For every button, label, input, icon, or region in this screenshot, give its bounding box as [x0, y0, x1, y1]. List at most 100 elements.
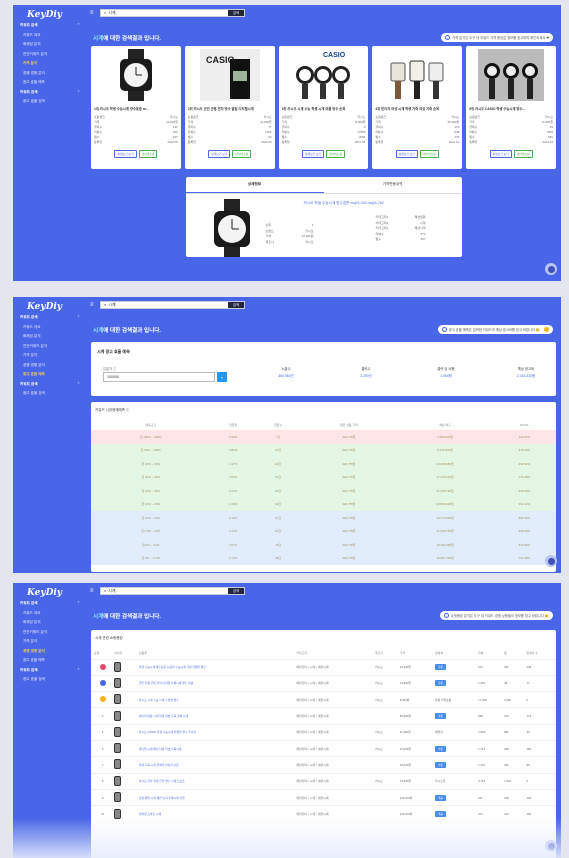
sidebar-item[interactable]: 가격 분석 [13, 637, 86, 647]
seller-badge: 쿠팡 [435, 745, 446, 752]
detail-button[interactable]: 상세보기 보기 [395, 150, 418, 158]
menu-icon[interactable]: ≡ [90, 302, 100, 308]
sidebar-item[interactable]: 광고 효율 검색 [13, 675, 86, 685]
product-name-link[interactable]: 빈티지 여성 시계 학생 여성 가죽 손목 시계 [135, 707, 294, 725]
detail-button[interactable]: 상세보기 보기 [208, 150, 231, 158]
product-name-link[interactable]: 학생 가죽 시계 클래식 빈티지 선물 [135, 756, 294, 774]
detail-specs-left: 순위 1 브랜드 카시오 가격 12,920원 제조사 카시오 [265, 223, 314, 244]
product-name-link[interactable]: 카시오 시계 수능 시계 수험생 방수 [135, 691, 294, 708]
table-row: 전 0.0% ~ 10% 2.27% 50건 420,778원 21,035,750원 9… [91, 524, 556, 538]
search-input[interactable]: 시계 [106, 10, 228, 16]
sidebar-item[interactable]: 광고 효율 검색 [13, 389, 86, 399]
sidebar-item[interactable]: 화제성 분석 [13, 332, 86, 342]
app-logo[interactable]: KeyDiy [13, 583, 86, 599]
table-row[interactable]: 군인 전용 군대 전자 디지털 손목시계 방수 야광 패션잡화 > 시계 > 패션… [91, 674, 556, 692]
table-row: 전 10% ~ 10% 2.16% 47건 420,778원 19,770,600원 89… [91, 511, 556, 525]
product-card[interactable]: 5위 카시오 CASIO 학생 수능시계 방수... 쇼핑랭크 카시오 가격 11,… [466, 46, 556, 169]
sidebar-group[interactable]: 키워드 검색 ⌃ [13, 599, 86, 609]
sidebar-item[interactable]: 경쟁 경쟁 분석 [13, 69, 86, 79]
app-logo[interactable]: KeyDiy [13, 297, 86, 313]
tab-detail[interactable]: 상세정보 [185, 177, 324, 193]
sidebar-item[interactable]: 키워드 개요 [13, 609, 86, 619]
product-card[interactable]: 4위 빈티지 여성 시계 학생 가죽 여성 가죽 손목 쇼핑랭크 카시오 가격 55… [372, 46, 463, 169]
sidebar-item[interactable]: 키워드 개요 [13, 31, 86, 41]
sidebar-item[interactable]: 연관키워드 분석 [13, 628, 86, 638]
search-box[interactable]: ⌕ 시계 검색 [100, 8, 245, 17]
table-row[interactable]: 9 남성 메탈 시계 패션 남자 손목시계 선물 패션잡화 > 시계 > 패션시계 1… [91, 788, 556, 806]
search-button[interactable]: 검색 [228, 587, 244, 594]
product-card-list: 1위 카시오 학생 수능시계 방수표준 m... 쇼핑랭크 카시오 가격 12,92… [86, 46, 561, 169]
detail-button[interactable]: 상세보기 보기 [301, 150, 325, 158]
chat-button[interactable] [545, 263, 557, 275]
sidebar-item[interactable]: 키워드 개요 [13, 323, 86, 333]
sidebar-item[interactable]: 화제성 분석 [13, 40, 86, 50]
sidebar-item-active[interactable]: 경쟁 경쟁 분석 [13, 647, 86, 657]
product-link[interactable]: 카시오 학생 수능시계 방수표준 mq24-7b2 mq24-7b2 [304, 201, 384, 206]
column-header: 제조사 [375, 650, 384, 655]
product-card[interactable]: 1위 카시오 학생 수능시계 방수표준 m... 쇼핑랭크 카시오 가격 12,92… [91, 46, 181, 169]
search-button[interactable]: 검색 [228, 301, 244, 308]
bid-input[interactable]: 100000 [103, 372, 215, 382]
search-input[interactable]: 시계 [106, 588, 228, 594]
product-title[interactable]: 5위 카시오 CASIO 학생 수능시계 방수... [469, 106, 553, 111]
product-name-link[interactable]: 군인 전용 군대 전자 디지털 손목시계 방수 야광 [135, 674, 294, 692]
product-thumbnail [114, 792, 122, 803]
table-row[interactable]: 5 카시오 CASIO 학생 수능시계 저렴한 방수 주니어 패션잡화 > 시계 >… [91, 723, 556, 741]
product-name-link[interactable]: 카시오 전자 학생 군인 방수 시계 스포츠 [135, 772, 294, 790]
sidebar-group[interactable]: 키워드 검색 ⌃ [13, 666, 86, 676]
search-box[interactable]: ⌕ 시계 검색 [100, 586, 245, 595]
product-name-link[interactable]: 학생 수능시계 방수표준 시공여 수능시계 가성 저렴한 방수 [135, 658, 294, 676]
sidebar-group[interactable]: 키워드 검색 ⌃ [13, 380, 86, 390]
chat-button[interactable] [545, 555, 557, 567]
table-row[interactable]: 학생 수능시계 방수표준 시공여 수능시계 가성 저렴한 방수 패션잡화 > 시계… [91, 658, 556, 676]
menu-icon[interactable]: ≡ [90, 10, 100, 16]
naver-shopping-button[interactable]: 네이버쇼핑 [326, 150, 346, 158]
search-button[interactable]: ⌕ [217, 372, 227, 382]
sidebar-item[interactable]: 연관키워드 분석 [13, 50, 86, 60]
product-card[interactable]: CASIO 3위 카시오 시계 수능 학생 시계 여름 방수 손목 쇼핑랭크 카시… [278, 46, 369, 169]
detail-button[interactable]: 상세보기 보기 [114, 150, 137, 158]
tab-price-history[interactable]: 가격변동내역 [324, 177, 462, 193]
table-row[interactable]: 카시오 시계 수능 시계 수험생 방수 패션잡화 > 시계 > 패션시계 카시오 8,… [91, 691, 556, 708]
column-header: ROAS [520, 422, 529, 427]
table-row: 전 0% ~ 0.0% 2.07% 46건 420,778원 19,352,660원 87… [91, 538, 556, 552]
sidebar-item[interactable]: 연관키워드 분석 [13, 342, 86, 352]
naver-shopping-button[interactable]: 네이버쇼핑 [138, 150, 158, 158]
sidebar-group[interactable]: 키워드 검색 ⌃ [13, 21, 86, 31]
sidebar-item[interactable]: 경쟁 경쟁 분석 [13, 361, 86, 371]
product-card[interactable]: CASIO 2위 카시오 군인 군용 전자 방수 알림 디지털시계 쇼핑랭크 카시… [184, 46, 275, 169]
product-title[interactable]: 4위 빈티지 여성 시계 학생 가죽 여성 가죽 손목 [375, 106, 459, 111]
detail-button[interactable]: 상세보기 보기 [489, 150, 512, 158]
sidebar-item-active[interactable]: 가격 분석 [13, 59, 86, 69]
sidebar-item[interactable]: 광고 효율 예측 [13, 78, 86, 88]
product-title[interactable]: 3위 카시오 시계 수능 학생 시계 여름 방수 손목 [282, 106, 366, 111]
sidebar-group[interactable]: 키워드 검색 ⌃ [13, 88, 86, 98]
search-box[interactable]: ⌕ 시계 검색 [100, 300, 245, 309]
sidebar-item[interactable]: 가격 분석 [13, 351, 86, 361]
sidebar-item[interactable]: 화제성 분석 [13, 618, 86, 628]
chat-icon [547, 265, 555, 273]
product-name-link[interactable]: 카시오 CASIO 학생 수능시계 저렴한 방수 주니어 [135, 723, 294, 741]
app-logo[interactable]: KeyDiy [13, 5, 86, 21]
table-row[interactable]: 4 빈티지 여성 시계 학생 여성 가죽 손목 시계 패션잡화 > 시계 > 패션시… [91, 707, 556, 725]
product-name-link[interactable]: 미니멀 시계 패션 남성 학생 손목시계 [135, 739, 294, 757]
table-row[interactable]: 8 카시오 전자 학생 군인 방수 시계 스포츠 패션잡화 > 시계 > 패션시계 카… [91, 772, 556, 790]
menu-icon[interactable]: ≡ [90, 588, 100, 594]
table-row[interactable]: 6 미니멀 시계 패션 남성 학생 손목시계 패션잡화 > 시계 > 패션시계 카시오… [91, 739, 556, 757]
sidebar-item[interactable]: 광고 효율 예측 [13, 656, 86, 666]
naver-shopping-button[interactable]: 네이버쇼핑 [232, 150, 252, 158]
seller-badge: 쿠팡 [435, 811, 446, 818]
naver-shopping-button[interactable]: 네이버쇼핑 [419, 150, 439, 158]
sidebar-item-active[interactable]: 광고 효율 예측 [13, 370, 86, 380]
search-button[interactable]: 검색 [228, 9, 244, 16]
product-title[interactable]: 1위 카시오 학생 수능시계 방수표준 m... [94, 106, 178, 111]
product-title[interactable]: 2위 카시오 군인 군용 전자 방수 알림 디지털시계 [188, 106, 272, 111]
sidebar-group[interactable]: 키워드 검색 ⌃ [13, 313, 86, 323]
table-row[interactable]: 7 학생 가죽 시계 클래식 빈티지 선물 패션잡화 > 시계 > 패션시계 16,6… [91, 756, 556, 774]
naver-shopping-button[interactable]: 네이버쇼핑 [513, 150, 533, 158]
info-icon: i [443, 613, 449, 618]
svg-text:CASIO: CASIO [323, 52, 346, 59]
product-name-link[interactable]: 남성 메탈 시계 패션 남자 손목시계 선물 [135, 788, 294, 806]
sidebar-item[interactable]: 광고 효율 검색 [13, 97, 86, 107]
search-input[interactable]: 시계 [106, 302, 228, 308]
